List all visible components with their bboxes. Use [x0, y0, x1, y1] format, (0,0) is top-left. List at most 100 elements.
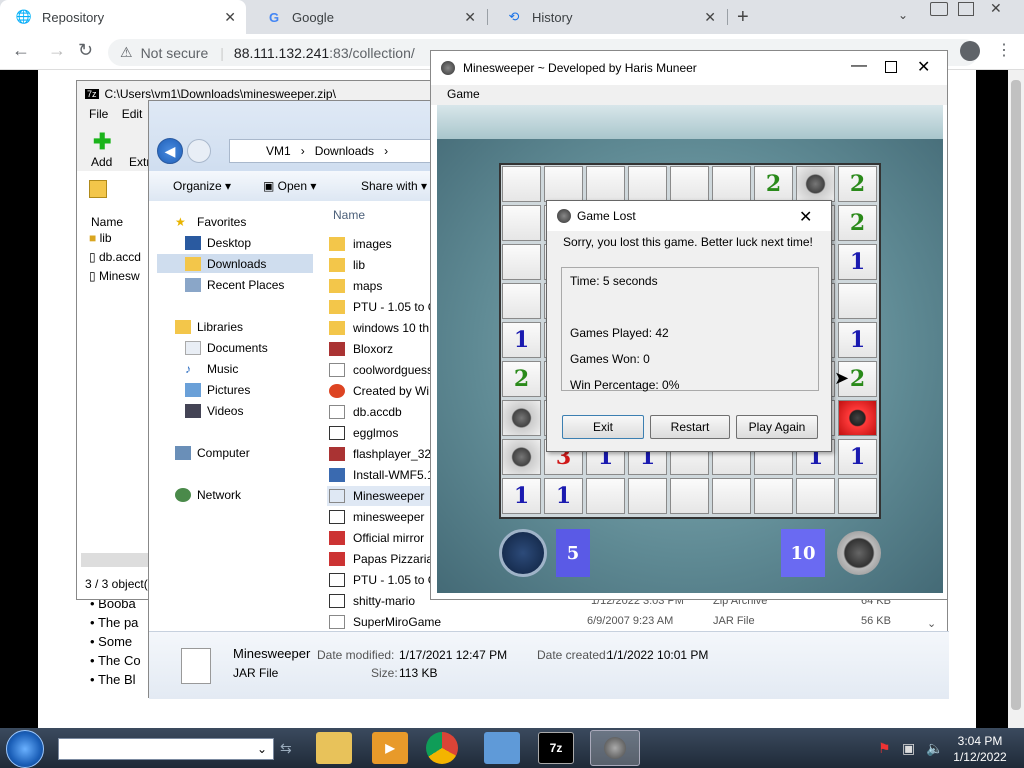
play-again-button[interactable]: Play Again	[736, 415, 818, 439]
tab-google[interactable]: G Google ✕	[250, 0, 486, 34]
restore-icon[interactable]	[958, 2, 974, 16]
nav-libraries[interactable]: Libraries	[175, 320, 243, 334]
file-item[interactable]: Papas Pizzaria	[329, 552, 433, 566]
mine-cell[interactable]	[502, 400, 541, 436]
volume-icon[interactable]: 🔈	[926, 740, 943, 757]
minimize-icon[interactable]: —	[851, 57, 867, 75]
file-item[interactable]: lib	[329, 258, 365, 272]
file-item[interactable]: Created by Wi	[329, 384, 429, 398]
hidden-cell[interactable]	[712, 166, 751, 202]
hidden-cell[interactable]	[502, 283, 541, 319]
restart-button[interactable]: Restart	[650, 415, 730, 439]
start-button[interactable]	[6, 730, 44, 768]
list-item[interactable]: ■ lib	[89, 231, 112, 245]
nav-recent-places[interactable]: Recent Places	[185, 278, 284, 292]
nav-desktop[interactable]: Desktop	[185, 236, 251, 250]
number-cell[interactable]: 1	[838, 244, 877, 280]
file-item[interactable]: shitty-mario	[329, 594, 415, 608]
media-player-icon[interactable]: ▶	[372, 732, 408, 764]
horizontal-scrollbar[interactable]	[81, 553, 149, 567]
hidden-cell[interactable]	[544, 166, 583, 202]
taskbar-search[interactable]: ⌄	[58, 738, 274, 760]
nav-pictures[interactable]: Pictures	[185, 383, 250, 397]
action-center-flag-icon[interactable]: ⚑	[878, 740, 891, 757]
file-item[interactable]: minesweeper	[329, 510, 424, 524]
hidden-cell[interactable]	[754, 478, 793, 514]
number-cell[interactable]: 1	[838, 322, 877, 358]
number-cell[interactable]: 1	[544, 478, 583, 514]
hidden-cell[interactable]	[838, 478, 877, 514]
nav-videos[interactable]: Videos	[185, 404, 243, 418]
list-item[interactable]: ▯ Minesw	[89, 269, 140, 283]
nav-favorites[interactable]: ★ Favorites	[175, 215, 246, 229]
taskbar-clock[interactable]: 3:04 PM 1/12/2022	[944, 733, 1016, 765]
file-item[interactable]: coolwordguess	[329, 363, 433, 377]
number-cell[interactable]: 2	[838, 205, 877, 241]
chrome-icon[interactable]	[426, 732, 458, 764]
hidden-cell[interactable]	[628, 478, 667, 514]
number-cell[interactable]: 1	[502, 478, 541, 514]
nav-documents[interactable]: Documents	[185, 341, 268, 355]
hidden-cell[interactable]	[628, 166, 667, 202]
number-cell[interactable]: 2	[838, 166, 877, 202]
column-header-name[interactable]: Name	[327, 201, 431, 227]
back-icon[interactable]: ←	[12, 40, 30, 61]
hidden-cell[interactable]	[670, 166, 709, 202]
share-with-button[interactable]: Share with ▾	[361, 179, 427, 193]
minimize-icon[interactable]	[930, 2, 948, 16]
list-item[interactable]: • The Bl	[90, 672, 136, 687]
close-tab-icon[interactable]: ✕	[224, 9, 236, 26]
file-item[interactable]: flashplayer_32_	[329, 447, 438, 461]
explorer-icon[interactable]	[316, 732, 352, 764]
up-folder-icon[interactable]	[89, 180, 107, 198]
hidden-cell[interactable]	[586, 166, 625, 202]
menu-edit[interactable]: Edit	[122, 107, 143, 121]
file-item[interactable]: Bloxorz	[329, 342, 393, 356]
new-tab-button[interactable]: +	[737, 6, 749, 29]
forward-button[interactable]	[187, 139, 211, 163]
add-icon[interactable]: ✚	[93, 129, 111, 155]
file-item[interactable]: Install-WMF5.1	[329, 468, 434, 482]
number-cell[interactable]: 2	[502, 361, 541, 397]
open-button[interactable]: ▣ Open ▾	[263, 179, 316, 193]
list-item[interactable]: • Some	[90, 634, 132, 649]
scrollbar-thumb[interactable]	[1011, 80, 1021, 710]
forward-icon[interactable]: →	[48, 40, 66, 61]
hidden-cell[interactable]	[502, 166, 541, 202]
tab-search-icon[interactable]: ⌄	[898, 8, 908, 22]
file-item[interactable]: SuperMiroGame	[329, 615, 441, 629]
file-item-selected[interactable]: Minesweeper	[329, 489, 424, 503]
back-button[interactable]: ◀	[157, 138, 183, 164]
network-tray-icon[interactable]: ▣	[902, 740, 915, 757]
column-header-name[interactable]: Name	[91, 215, 123, 229]
list-item[interactable]: • The pa	[90, 615, 138, 630]
path-segment[interactable]: Downloads	[315, 144, 374, 158]
mine-cell[interactable]	[796, 166, 835, 202]
file-item[interactable]: Official mirror	[329, 531, 424, 545]
number-cell[interactable]: 1	[838, 439, 877, 475]
number-cell[interactable]: 2	[754, 166, 793, 202]
maximize-icon[interactable]	[885, 61, 897, 73]
close-icon[interactable]: ✕	[799, 207, 812, 227]
control-panel-icon[interactable]	[484, 732, 520, 764]
file-item[interactable]: PTU - 1.05 to G	[329, 573, 437, 587]
add-button[interactable]: Add	[91, 155, 112, 169]
nav-music[interactable]: ♪ Music	[185, 362, 238, 376]
close-tab-icon[interactable]: ✕	[464, 9, 476, 26]
file-item[interactable]: maps	[329, 279, 382, 293]
minesweeper-icon[interactable]	[590, 730, 640, 766]
list-item[interactable]: • The Co	[90, 653, 141, 668]
nav-computer[interactable]: Computer	[175, 446, 250, 460]
path-segment[interactable]: VM1	[266, 144, 291, 158]
file-item[interactable]: windows 10 th	[329, 321, 429, 335]
scroll-down-icon[interactable]: ⌄	[927, 617, 936, 630]
hidden-cell[interactable]	[670, 478, 709, 514]
close-icon[interactable]: ✕	[990, 0, 1002, 17]
file-item[interactable]: PTU - 1.05 to G	[329, 300, 437, 314]
file-item[interactable]: db.accdb	[329, 405, 402, 419]
address-bar[interactable]: VM1 › Downloads ›	[229, 139, 431, 163]
nav-network[interactable]: Network	[175, 488, 241, 502]
nav-downloads[interactable]: Downloads	[185, 257, 266, 271]
exit-button[interactable]: Exit	[562, 415, 644, 439]
7zip-icon[interactable]: 7z	[538, 732, 574, 764]
